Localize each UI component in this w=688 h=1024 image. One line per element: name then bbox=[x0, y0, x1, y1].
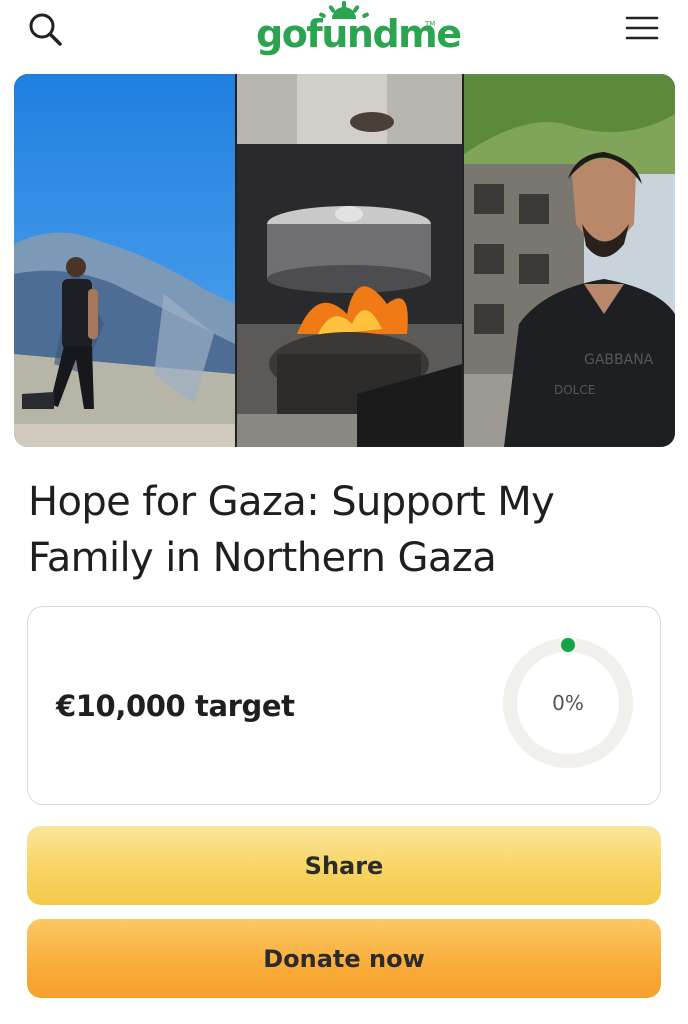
man-on-rubble-photo bbox=[14, 74, 235, 447]
search-button[interactable] bbox=[24, 8, 68, 52]
trademark-mark: TM bbox=[425, 20, 436, 28]
fundraising-target-card: €10,000 target 0% bbox=[27, 606, 661, 805]
svg-text:DOLCE: DOLCE bbox=[554, 383, 595, 397]
campaign-photo-gallery[interactable]: GABBANA DOLCE bbox=[14, 74, 675, 447]
gofundme-logo[interactable]: gofundme TM bbox=[250, 0, 462, 62]
man-portrait-photo: GABBANA DOLCE bbox=[464, 74, 675, 447]
menu-button[interactable] bbox=[618, 8, 666, 48]
campaign-title-line-2: Family in Northern Gaza bbox=[28, 535, 497, 581]
donate-now-button[interactable]: Donate now bbox=[27, 919, 661, 998]
target-amount: €10,000 target bbox=[56, 689, 295, 723]
logo-wordmark: gofundme bbox=[256, 12, 462, 56]
hamburger-menu-icon bbox=[625, 16, 659, 40]
progress-percent: 0% bbox=[552, 691, 584, 715]
top-bar: gofundme TM bbox=[0, 0, 688, 62]
campaign-title-line-1: Hope for Gaza: Support My bbox=[28, 479, 555, 525]
share-button[interactable]: Share bbox=[27, 826, 661, 905]
cooking-fire-photo bbox=[237, 74, 462, 447]
svg-text:GABBANA: GABBANA bbox=[584, 352, 654, 368]
campaign-title: Hope for Gaza: Support My Family in Nort… bbox=[28, 474, 668, 586]
search-icon bbox=[29, 13, 62, 46]
